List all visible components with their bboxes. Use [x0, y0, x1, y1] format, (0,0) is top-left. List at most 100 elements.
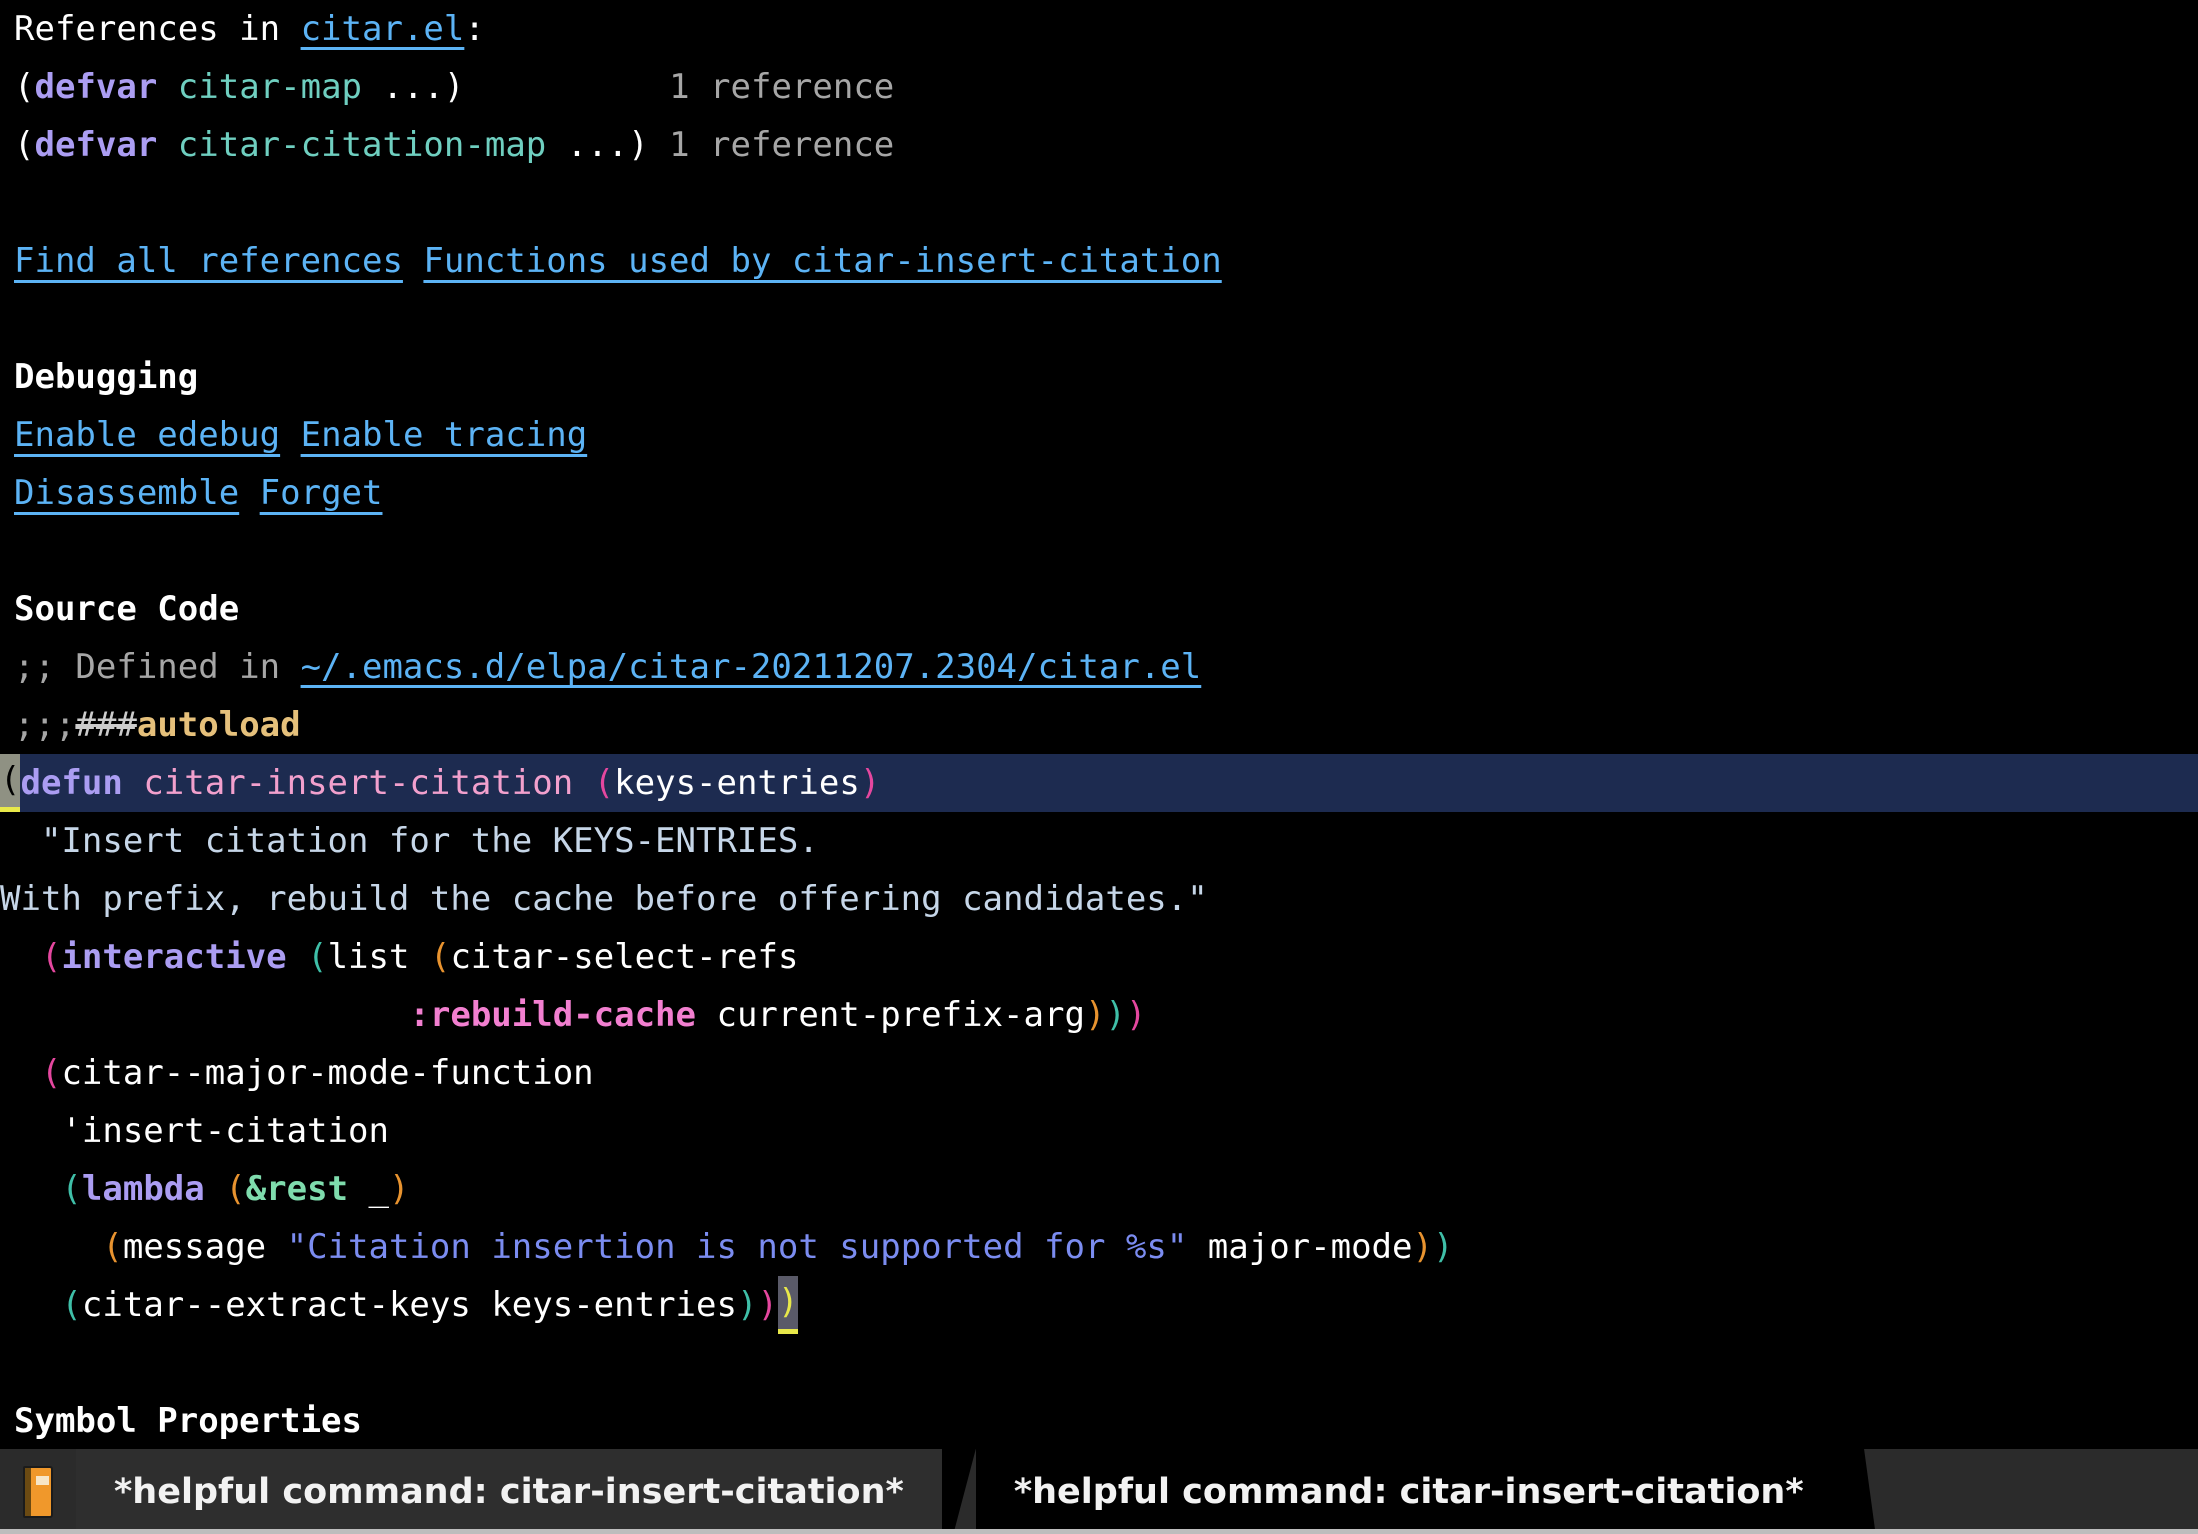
- reference-row[interactable]: (defvar citar-citation-map ...) 1 refere…: [0, 116, 2198, 174]
- paren-depth3-open: (: [429, 937, 451, 977]
- arglist-args: keys-entries: [614, 763, 860, 803]
- code-line-lambda[interactable]: (lambda (&rest _): [0, 1160, 2198, 1218]
- paren-depth3-open: (: [102, 1227, 123, 1267]
- disassemble-button[interactable]: Disassemble: [14, 473, 239, 513]
- reference-symbol[interactable]: citar-citation-map: [178, 125, 546, 165]
- references-heading-suffix: :: [464, 9, 485, 49]
- underscore-arg: _: [368, 1169, 390, 1209]
- message-string: "Citation insertion is not supported for…: [286, 1227, 1188, 1267]
- docstring-text: "Insert citation for the KEYS-ENTRIES.: [0, 821, 819, 861]
- code-line-extract-keys[interactable]: (citar--extract-keys keys-entries))): [0, 1276, 2198, 1334]
- symbol-properties-heading: Symbol Properties: [14, 1401, 362, 1441]
- tab-bar-filler: [1875, 1449, 2198, 1534]
- helpful-buffer[interactable]: References in citar.el: (defvar citar-ma…: [0, 0, 2198, 1449]
- tab-label: *helpful command: citar-insert-citation*: [1013, 1471, 1804, 1512]
- reference-actions-row: Find all references Functions used by ci…: [0, 232, 2198, 290]
- paren-depth1-close: ): [757, 1285, 778, 1325]
- citar-select-refs-symbol: citar-select-refs: [450, 937, 799, 977]
- paren-depth3-close: ): [1084, 995, 1106, 1035]
- open-paren: (: [14, 125, 35, 165]
- reference-symbol[interactable]: citar-map: [178, 67, 362, 107]
- functions-used-by-button[interactable]: Functions used by citar-insert-citation: [423, 241, 1221, 281]
- current-prefix-arg-symbol: current-prefix-arg: [716, 995, 1085, 1035]
- reference-count: 1 reference: [669, 125, 895, 165]
- list-function: list: [327, 937, 410, 977]
- paren-depth2-close: ): [1432, 1227, 1454, 1267]
- code-line-docstring-2[interactable]: With prefix, rebuild the cache before of…: [0, 870, 2198, 928]
- reference-count: 1 reference: [669, 67, 895, 107]
- paren-depth1-open: (: [40, 1053, 62, 1093]
- paren-depth2-close: ): [1105, 995, 1126, 1035]
- source-file-link[interactable]: citar.el: [301, 9, 465, 49]
- source-code-heading: Source Code: [14, 589, 240, 629]
- keys-entries-arg: keys-entries: [491, 1285, 737, 1325]
- code-line-major-mode-function[interactable]: (citar--major-mode-function: [0, 1044, 2198, 1102]
- autoload-hashes: ###: [75, 705, 137, 745]
- reference-pad: [649, 125, 669, 165]
- code-line-defun[interactable]: (defun citar-insert-citation (keys-entri…: [0, 754, 2198, 812]
- defvar-keyword: defvar: [34, 67, 158, 107]
- function-name: citar-insert-citation: [143, 763, 574, 803]
- code-line-insert-citation-quote[interactable]: 'insert-citation: [0, 1102, 2198, 1160]
- tab-separator-2: [1841, 1449, 1876, 1534]
- code-line-docstring-1[interactable]: "Insert citation for the KEYS-ENTRIES.: [0, 812, 2198, 870]
- book-icon: [23, 1465, 53, 1518]
- enable-edebug-button[interactable]: Enable edebug: [14, 415, 280, 455]
- extract-keys-function: citar--extract-keys: [81, 1285, 471, 1325]
- find-all-references-button[interactable]: Find all references: [14, 241, 403, 281]
- paren-depth2-open: (: [61, 1285, 82, 1325]
- tab-separator-shape: [941, 1449, 976, 1534]
- paren-depth3-close: ): [1412, 1227, 1433, 1267]
- interactive-keyword: interactive: [61, 937, 287, 977]
- debugging-heading: Debugging: [14, 357, 199, 397]
- defined-in-row: ;; Defined in ~/.emacs.d/elpa/citar-2021…: [0, 638, 2198, 696]
- forget-button[interactable]: Forget: [260, 473, 383, 513]
- tab-separator-1: [941, 1449, 976, 1534]
- defun-keyword: defun: [20, 763, 123, 803]
- enable-tracing-button[interactable]: Enable tracing: [301, 415, 588, 455]
- message-function: message: [122, 1227, 267, 1267]
- code-line-rebuild-cache[interactable]: :rebuild-cache current-prefix-arg))): [0, 986, 2198, 1044]
- tab-bar[interactable]: *helpful command: citar-insert-citation*…: [0, 1449, 2198, 1534]
- source-path-link[interactable]: ~/.emacs.d/elpa/citar-20211207.2304/cita…: [301, 647, 1202, 687]
- tab-label: *helpful command: citar-insert-citation*: [114, 1471, 904, 1512]
- reference-tail: ...): [546, 125, 649, 165]
- defvar-keyword: defvar: [34, 125, 158, 165]
- code-line-message[interactable]: (message "Citation insertion is not supp…: [0, 1218, 2198, 1276]
- paren-depth1-open: (: [40, 937, 62, 977]
- code-line-interactive[interactable]: (interactive (list (citar-select-refs: [0, 928, 2198, 986]
- rebuild-cache-keyword: :rebuild-cache: [409, 995, 696, 1035]
- reference-tail: ...): [362, 67, 465, 107]
- matching-paren-highlight: ): [777, 1276, 799, 1334]
- tab-separator-shape: [1841, 1449, 1876, 1534]
- tab-bar-icon[interactable]: [0, 1449, 76, 1534]
- amp-rest-keyword: &rest: [245, 1169, 349, 1209]
- references-heading: References in citar.el:: [0, 0, 2198, 58]
- major-mode-function-symbol: citar--major-mode-function: [61, 1053, 594, 1093]
- docstring-text: With prefix, rebuild the cache before of…: [0, 879, 1208, 919]
- tab-helpful-command-2[interactable]: *helpful command: citar-insert-citation*: [975, 1449, 1842, 1534]
- open-paren: (: [14, 67, 35, 107]
- tab-helpful-command-1[interactable]: *helpful command: citar-insert-citation*: [76, 1449, 942, 1534]
- reference-row[interactable]: (defvar citar-map ...) 1 reference: [0, 58, 2198, 116]
- paren-depth1-close: ): [1125, 995, 1147, 1035]
- arglist-open-paren: (: [593, 763, 615, 803]
